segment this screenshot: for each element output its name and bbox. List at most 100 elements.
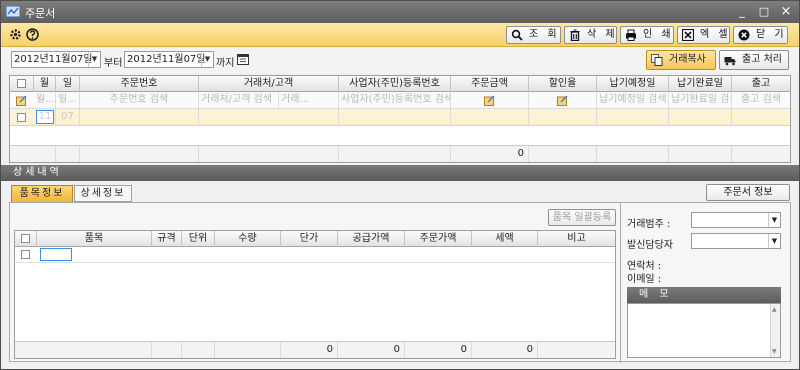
chevron-down-icon[interactable]: ▼ (768, 213, 780, 227)
row-checkbox[interactable] (17, 113, 26, 122)
col-note[interactable]: 비고 (538, 231, 615, 247)
shipment-search-input[interactable]: 출고 검색 (732, 92, 790, 108)
done-date-search-input[interactable]: 납기완료일 검색 (669, 92, 732, 108)
col-unit[interactable]: 단위 (182, 231, 215, 247)
excel-icon (682, 29, 694, 41)
from-label: 부터 (104, 58, 123, 69)
date-to-picker[interactable]: 2012년11월07일 ▼ (124, 51, 214, 68)
title-bar: 주문서 _ □ × (1, 1, 799, 23)
month-search-input[interactable]: 월... (34, 92, 56, 108)
scroll-down-icon[interactable]: ▼ (772, 348, 777, 355)
app-icon (6, 6, 20, 17)
col-due-date[interactable]: 납기예정일 (597, 76, 669, 92)
item-detail-panel: 품목 일괄등록 품목 규격 단위 수량 단가 공급가액 주문가액 세액 비고 0… (9, 202, 792, 363)
excel-button[interactable]: 엑 셀 (677, 26, 730, 44)
delete-button[interactable]: 삭 제 (564, 26, 617, 44)
print-button[interactable]: 인 쇄 (620, 26, 674, 44)
col-discount[interactable]: 할인율 (529, 76, 597, 92)
bulk-register-button[interactable]: 품목 일괄등록 (548, 209, 616, 226)
memo-textarea[interactable]: ▲ ▼ (627, 303, 781, 358)
col-order-amount[interactable]: 주문금액 (451, 76, 529, 92)
unit-price-total: 0 (281, 342, 338, 358)
col-order-no[interactable]: 주문번호 (80, 76, 199, 92)
calendar-icon[interactable] (237, 53, 249, 65)
maximize-button[interactable]: □ (757, 5, 771, 19)
item-grid-header: 품목 규격 단위 수량 단가 공급가액 주문가액 세액 비고 (15, 231, 615, 247)
chevron-down-icon[interactable]: ▼ (201, 52, 213, 67)
order-grid-header: 월 일 주문번호 거래처/고객 사업자(주민)등록번호 주문금액 할인율 납기예… (10, 76, 790, 92)
search-button[interactable]: 조 회 (506, 26, 561, 44)
close-window-button[interactable]: × (779, 5, 793, 19)
col-unit-price[interactable]: 단가 (281, 231, 338, 247)
due-date-search-input[interactable]: 납기예정일 검색 (597, 92, 669, 108)
close-button[interactable]: 닫 기 (733, 26, 788, 44)
window-title: 주문서 (25, 7, 56, 20)
tab-detail-info[interactable]: 상세정보 (74, 185, 132, 202)
discount-filter-cell[interactable] (529, 92, 597, 108)
day-search-input[interactable]: 일... (56, 92, 80, 108)
item-total-row: 0 0 0 0 (15, 341, 615, 358)
col-supply-amount[interactable]: 공급가액 (338, 231, 405, 247)
filter-edit-icon[interactable] (16, 95, 27, 106)
close-circle-icon (738, 29, 750, 41)
business-no-search-input[interactable]: 사업자(주민)등록번호 검색 (339, 92, 451, 108)
chevron-down-icon[interactable]: ▼ (768, 234, 780, 248)
order-info-button[interactable]: 주문서 정보 (706, 184, 790, 201)
date-from-picker[interactable]: 2012년11월07일 ▼ (11, 51, 101, 68)
memo-scrollbar[interactable]: ▲ ▼ (770, 304, 780, 357)
item-row-checkbox[interactable] (21, 250, 30, 259)
empty-area (10, 126, 790, 146)
amount-filter-cell[interactable] (451, 92, 529, 108)
col-month[interactable]: 월 (34, 76, 56, 92)
trade-class-select[interactable]: ▼ (691, 212, 781, 228)
col-order-price[interactable]: 주문가액 (405, 231, 472, 247)
col-item[interactable]: 품목 (37, 231, 152, 247)
order-no-search-input[interactable]: 주문번호 검색 (80, 92, 199, 108)
truck-icon (724, 57, 736, 66)
order-amount-total: 0 (451, 146, 529, 162)
day-input[interactable]: 07 (56, 109, 80, 125)
new-order-row[interactable]: 11 07 (10, 109, 790, 126)
action-toolbar: 조 회 삭 제 인 쇄 엑 셀 닫 기 (1, 23, 799, 47)
tab-item-info[interactable]: 품목정보 (11, 185, 73, 202)
col-shipment[interactable]: 출고 (732, 76, 790, 92)
select-all-checkbox[interactable] (17, 79, 26, 88)
copy-transaction-button[interactable]: 거래복사 (646, 50, 716, 70)
supply-amount-total: 0 (338, 342, 405, 358)
chevron-down-icon[interactable]: ▼ (88, 52, 100, 67)
order-grid: 월 일 주문번호 거래처/고객 사업자(주민)등록번호 주문금액 할인율 납기예… (9, 75, 791, 163)
item-row[interactable] (15, 247, 615, 263)
manager-select[interactable]: ▼ (691, 233, 781, 249)
customer-sub-search-input[interactable]: 거래... (279, 92, 339, 108)
col-quantity[interactable]: 수량 (215, 231, 281, 247)
tax-total: 0 (472, 342, 538, 358)
customer-search-input[interactable]: 거래처/고객 검색 (199, 92, 279, 108)
select-all-items-checkbox[interactable] (21, 234, 30, 243)
col-business-no[interactable]: 사업자(주민)등록번호 (339, 76, 451, 92)
order-window: 주문서 _ □ × 조 회 삭 제 인 쇄 엑 셀 닫 기 2012년11월07… (0, 0, 800, 370)
order-info-panel: 거래범주 : ▼ 발신담당자 ▼ 연락처 : 이메일 : 메 모 ▲ ▼ (620, 203, 792, 363)
filter-edit-icon[interactable] (557, 95, 568, 106)
item-grid: 품목 규격 단위 수량 단가 공급가액 주문가액 세액 비고 0 0 0 0 (14, 230, 616, 359)
minimize-button[interactable]: _ (735, 5, 749, 19)
filter-edit-icon[interactable] (484, 95, 495, 106)
col-tax[interactable]: 세액 (472, 231, 538, 247)
item-input[interactable] (40, 248, 72, 261)
col-done-date[interactable]: 납기완료일 (669, 76, 732, 92)
month-input[interactable]: 11 (36, 110, 54, 124)
detail-section-title: 상세내역 (1, 165, 799, 181)
col-customer[interactable]: 거래처/고객 (199, 76, 339, 92)
order-total-row: 0 (10, 146, 790, 162)
to-label: 까지 (216, 58, 235, 69)
scroll-up-icon[interactable]: ▲ (772, 306, 777, 313)
search-row: 월... 일... 주문번호 검색 거래처/고객 검색 거래... 사업자(주민… (10, 92, 790, 109)
filter-bar: 2012년11월07일 ▼ 부터 2012년11월07일 ▼ 까지 거래복사 출… (1, 47, 799, 73)
col-day[interactable]: 일 (56, 76, 80, 92)
order-price-total: 0 (405, 342, 472, 358)
ship-process-button[interactable]: 출고 처리 (719, 50, 789, 70)
gear-icon[interactable] (9, 28, 22, 41)
help-icon[interactable] (26, 28, 39, 41)
memo-header: 메 모 (627, 287, 781, 303)
trash-icon (570, 29, 580, 41)
col-spec[interactable]: 규격 (152, 231, 182, 247)
